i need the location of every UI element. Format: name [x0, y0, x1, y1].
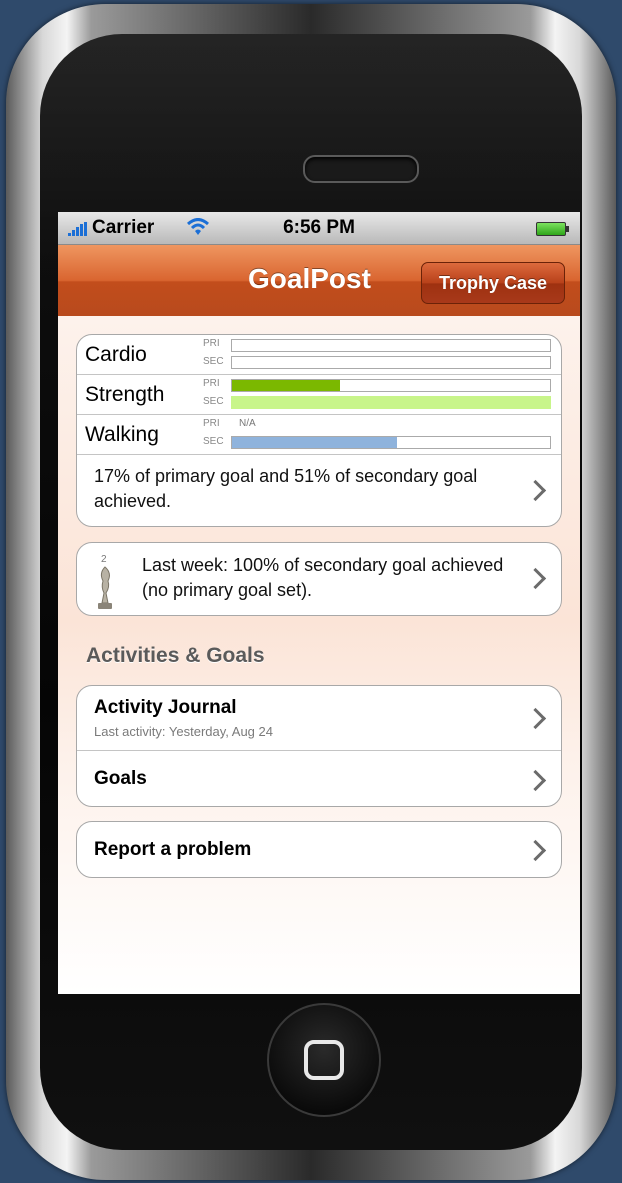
primary-label: PRI — [203, 338, 220, 349]
primary-label: PRI — [203, 378, 220, 389]
last-week-group[interactable]: 2 Last week: 100% of secondary goal achi… — [76, 542, 562, 616]
secondary-label: SEC — [203, 436, 224, 447]
goal-row-cardio: Cardio PRI SEC — [77, 335, 561, 375]
activity-journal-title: Activity Journal — [94, 697, 237, 718]
battery-icon — [536, 222, 569, 236]
primary-progress-bar — [231, 379, 551, 392]
home-button[interactable] — [264, 1000, 384, 1120]
page-title: GoalPost — [248, 263, 371, 294]
goal-name: Walking — [85, 423, 159, 446]
progress-fill — [232, 437, 398, 448]
secondary-label: SEC — [203, 396, 224, 407]
activity-journal-row[interactable]: Activity Journal Last activity: Yesterda… — [77, 686, 561, 751]
chevron-right-icon — [524, 707, 547, 730]
goal-name: Cardio — [85, 343, 147, 366]
secondary-progress-bar — [231, 396, 551, 409]
navigation-bar: GoalPost Trophy Case — [58, 245, 580, 317]
status-bar: Carrier 6:56 PM — [58, 212, 580, 245]
chevron-right-icon — [524, 839, 547, 862]
primary-progress-bar — [231, 339, 551, 352]
status-time: 6:56 PM — [283, 217, 355, 238]
trophy-case-button[interactable]: Trophy Case — [421, 262, 565, 304]
app-screen: Carrier 6:56 PM GoalPost Trophy Case Car… — [58, 212, 580, 994]
progress-fill — [232, 380, 341, 391]
not-applicable-label: N/A — [239, 418, 256, 429]
earpiece-speaker — [303, 155, 419, 183]
secondary-label: SEC — [203, 356, 224, 367]
activity-journal-subtitle: Last activity: Yesterday, Aug 24 — [94, 724, 273, 739]
progress-summary-text: 17% of primary goal and 51% of secondary… — [94, 466, 478, 511]
goal-name: Strength — [85, 383, 165, 406]
trophy-icon: 2 — [98, 554, 112, 609]
activities-group: Activity Journal Last activity: Yesterda… — [76, 685, 562, 807]
secondary-progress-bar — [231, 356, 551, 369]
chevron-right-icon — [524, 769, 547, 792]
last-week-text: Last week: 100% of secondary goal achiev… — [142, 555, 504, 600]
goals-title: Goals — [94, 768, 147, 789]
content-area: Cardio PRI SEC Strength PRI SEC Walking … — [58, 316, 580, 994]
chevron-right-icon — [524, 479, 547, 502]
chevron-right-icon — [524, 567, 547, 590]
secondary-progress-bar — [231, 436, 551, 449]
goal-row-walking: Walking PRI N/A SEC — [77, 415, 561, 455]
svg-text:2: 2 — [101, 554, 107, 565]
goal-progress-group: Cardio PRI SEC Strength PRI SEC Walking … — [76, 334, 562, 527]
primary-label: PRI — [203, 418, 220, 429]
goals-row[interactable]: Goals — [77, 751, 561, 806]
goal-row-strength: Strength PRI SEC — [77, 375, 561, 415]
progress-fill — [232, 397, 550, 408]
progress-summary-row[interactable]: 17% of primary goal and 51% of secondary… — [77, 455, 561, 525]
report-problem-title: Report a problem — [94, 839, 252, 860]
report-problem-group[interactable]: Report a problem — [76, 821, 562, 878]
section-title-activities-goals: Activities & Goals — [86, 644, 265, 667]
